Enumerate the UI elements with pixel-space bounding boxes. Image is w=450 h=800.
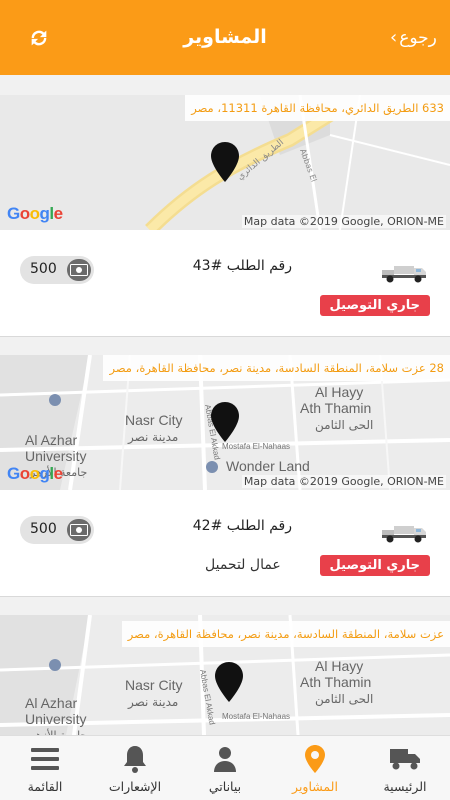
svg-text:الحى الثامن: الحى الثامن — [315, 418, 373, 433]
map-pin-icon — [211, 142, 239, 182]
bottom-navigation: القائمة الإشعارات بياناتي المشاوير الرئي… — [0, 735, 450, 800]
nav-item-profile[interactable]: بياناتي — [180, 736, 270, 800]
price-pill: 500 — [20, 256, 94, 284]
menu-icon — [30, 744, 60, 774]
status-badge: جاري التوصيل — [319, 555, 430, 576]
pickup-truck-icon — [382, 266, 426, 283]
map-thumbnail[interactable]: Nasr City مدينة نصر Al Azhar University … — [0, 355, 450, 490]
svg-text:مدينة نصر: مدينة نصر — [127, 695, 178, 710]
nav-label: المشاوير — [292, 779, 338, 794]
nav-item-menu[interactable]: القائمة — [0, 736, 90, 800]
map-pin-icon — [211, 402, 239, 442]
nav-label: القائمة — [27, 779, 63, 794]
trip-address: عزت سلامة، المنطقة السادسة، مدينة نصر، م… — [121, 621, 450, 647]
svg-text:Al Azhar: Al Azhar — [25, 695, 77, 711]
price-pill: 500 — [20, 516, 94, 544]
refresh-icon[interactable] — [28, 27, 50, 49]
svg-text:Wonder Land: Wonder Land — [226, 458, 310, 474]
svg-text:Al Hayy: Al Hayy — [315, 658, 363, 674]
cash-icon — [67, 259, 91, 281]
cargo-note: عمال لتحميل — [205, 557, 281, 573]
truck-icon — [390, 744, 420, 774]
svg-text:الحى الثامن: الحى الثامن — [315, 692, 373, 707]
nav-label: الإشعارات — [108, 779, 162, 794]
nav-label: الرئيسية — [383, 779, 427, 794]
nav-label: بياناتي — [208, 779, 242, 794]
nav-item-home[interactable]: الرئيسية — [360, 736, 450, 800]
trip-address: 28 عزت سلامة، المنطقة السادسة، مدينة نصر… — [103, 355, 450, 381]
svg-text:Mostafa El-Nahaas: Mostafa El-Nahaas — [222, 442, 290, 451]
order-number: رقم الطلب #43 — [192, 258, 292, 274]
svg-text:Mostafa El-Nahaas: Mostafa El-Nahaas — [222, 712, 290, 721]
trip-address: 633 الطريق الدائري، محافظة القاهرة 11311… — [185, 95, 450, 121]
trip-info: 500 رقم الطلب #43 جاري التوصيل — [0, 230, 450, 336]
trip-card[interactable]: Nasr City مدينة نصر Al Azhar University … — [0, 355, 450, 597]
app-screen: ‹ رجوع المشاوير الطريق الدائري Abbas El … — [0, 0, 450, 800]
trip-info: 500 رقم الطلب #42 جاري التوصيل عمال لتحم… — [0, 490, 450, 596]
order-number: رقم الطلب #42 — [192, 518, 292, 534]
bell-icon — [120, 744, 150, 774]
svg-text:Ath Thamin: Ath Thamin — [300, 674, 371, 690]
pickup-truck-icon — [382, 526, 426, 543]
svg-text:Ath Thamin: Ath Thamin — [300, 400, 371, 416]
svg-text:مدينة نصر: مدينة نصر — [127, 430, 178, 445]
map-thumbnail[interactable]: الطريق الدائري Abbas El 633 الطريق الدائ… — [0, 95, 450, 230]
map-attribution: Map data ©2019 Google, ORION-ME — [241, 475, 446, 488]
svg-text:Al Azhar: Al Azhar — [25, 432, 77, 448]
nav-item-notifications[interactable]: الإشعارات — [90, 736, 180, 800]
trip-card[interactable]: الطريق الدائري Abbas El 633 الطريق الدائ… — [0, 95, 450, 337]
svg-text:Al Hayy: Al Hayy — [315, 384, 363, 400]
map-pin-icon — [215, 662, 243, 702]
map-attribution: Map data ©2019 Google, ORION-ME — [241, 215, 446, 228]
cash-icon — [67, 519, 91, 541]
trip-price: 500 — [30, 261, 57, 277]
user-icon — [210, 744, 240, 774]
trips-list: الطريق الدائري Abbas El 633 الطريق الدائ… — [0, 95, 450, 784]
nav-item-trips[interactable]: المشاوير — [270, 736, 360, 800]
svg-text:University: University — [25, 711, 86, 727]
trip-price: 500 — [30, 521, 57, 537]
top-bar: ‹ رجوع المشاوير — [0, 0, 450, 75]
location-pin-icon — [300, 744, 330, 774]
google-logo: Google — [7, 464, 63, 483]
svg-text:Nasr City: Nasr City — [125, 677, 183, 693]
svg-text:University: University — [25, 448, 86, 464]
page-title: المشاوير — [183, 26, 267, 48]
status-badge: جاري التوصيل — [319, 295, 430, 316]
google-logo: Google — [7, 204, 63, 223]
svg-text:Nasr City: Nasr City — [125, 412, 183, 428]
